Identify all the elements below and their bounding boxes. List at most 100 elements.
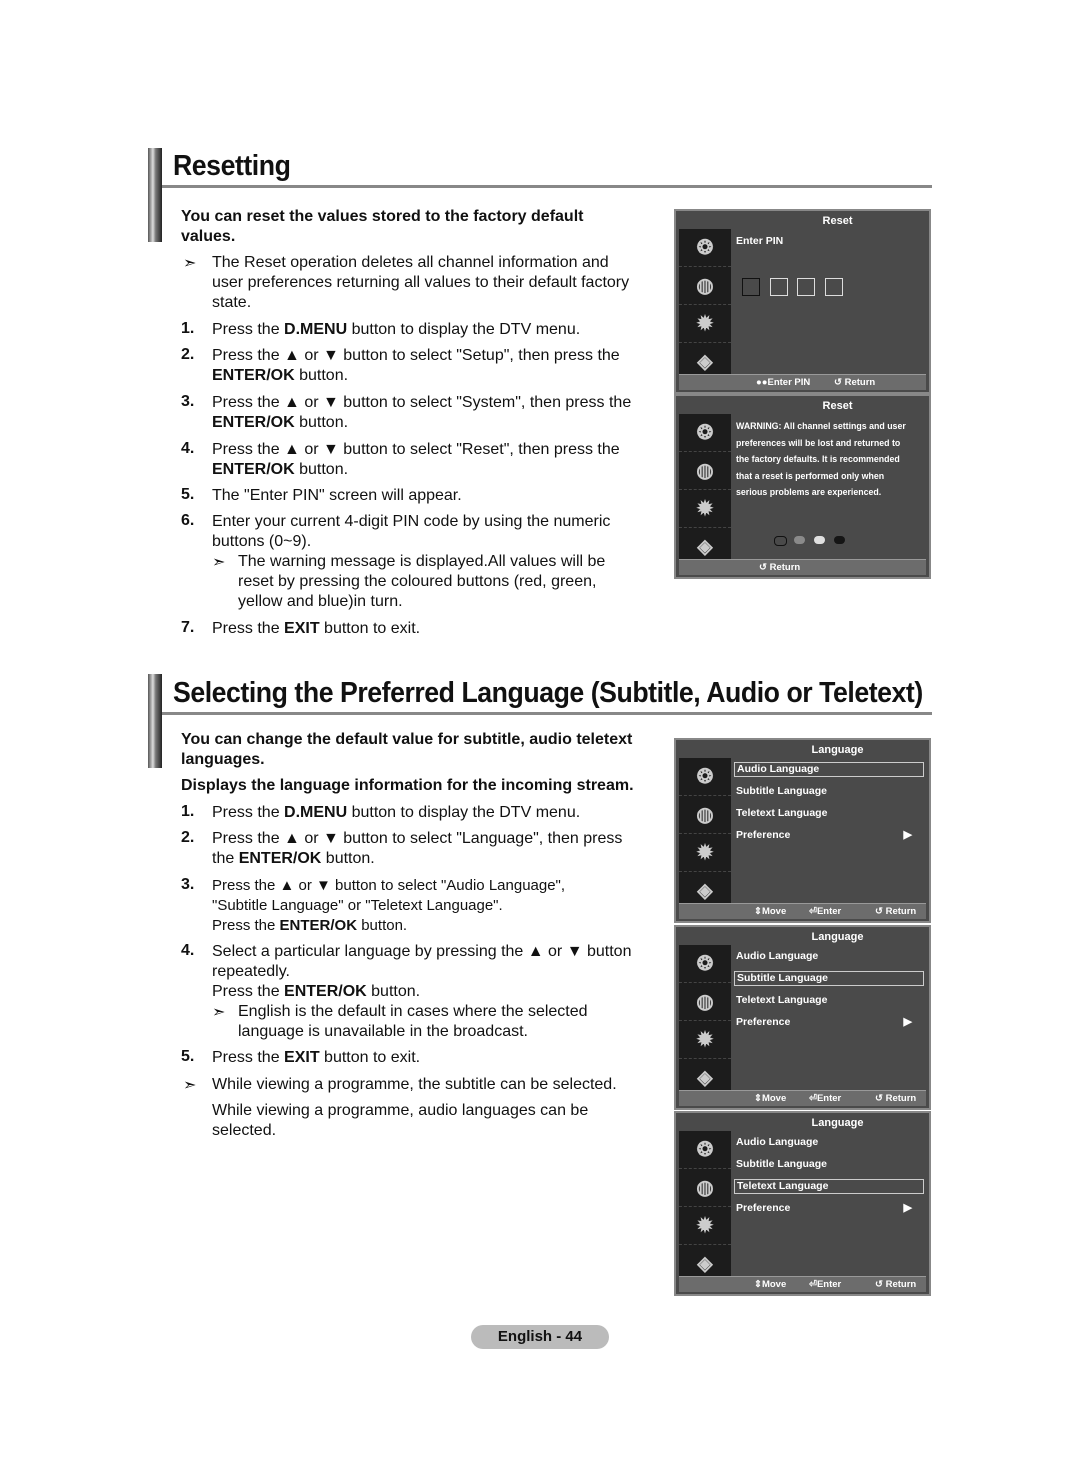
step-number: 2. bbox=[181, 829, 195, 846]
step-1-text: Press the D.MENU button to display the D… bbox=[212, 321, 581, 338]
red-button-icon bbox=[774, 536, 787, 546]
menu-item-subtitle-language[interactable]: Subtitle Language bbox=[734, 971, 924, 986]
submenu-arrow-icon: ▶ bbox=[903, 829, 912, 841]
pin-digit-4[interactable] bbox=[825, 278, 843, 296]
menu-item-preference[interactable]: Preference ▶ bbox=[734, 1015, 926, 1030]
note-subtitle: While viewing a programme, the subtitle … bbox=[212, 1076, 617, 1093]
submenu-arrow-icon: ▶ bbox=[903, 1016, 912, 1028]
section-marker bbox=[148, 148, 162, 242]
step-6-text: Enter your current 4-digit PIN code by u… bbox=[212, 513, 611, 550]
section-intro-2: Displays the language information for th… bbox=[181, 777, 634, 794]
step-3-line: "Subtitle Language" or "Teletext Languag… bbox=[212, 897, 503, 914]
pin-digit-1[interactable] bbox=[742, 278, 760, 296]
note-arrow-icon: ➣ bbox=[212, 554, 226, 571]
step-number: 3. bbox=[181, 876, 195, 893]
menu-item-audio-language[interactable]: Audio Language bbox=[734, 1135, 926, 1150]
osd-footer: ●●Enter PIN ↺ Return bbox=[679, 374, 926, 390]
step-2-text: Press the ▲ or ▼ button to select "Langu… bbox=[212, 830, 623, 867]
step-5-text: Press the EXIT button to exit. bbox=[212, 1049, 421, 1066]
osd-title: Reset bbox=[822, 215, 853, 227]
footer-enter-pin: ●●Enter PIN bbox=[756, 377, 811, 388]
gear-icon: ✹ bbox=[679, 490, 731, 528]
gear-icon: ✹ bbox=[679, 1207, 731, 1245]
step-number: 5. bbox=[181, 1048, 195, 1065]
submenu-arrow-icon: ▶ bbox=[903, 1202, 912, 1214]
disc-icon: ◍ bbox=[679, 1169, 731, 1207]
pin-digit-3[interactable] bbox=[797, 278, 815, 296]
osd-side-menu: ❂ ◍ ✹ ◈ bbox=[679, 229, 731, 381]
gear-icon: ✹ bbox=[679, 1021, 731, 1059]
section-title-language: Selecting the Preferred Language (Subtit… bbox=[173, 677, 923, 709]
footer-return: ↺ Return bbox=[875, 1279, 917, 1290]
footer-return: ↺ Return bbox=[834, 377, 876, 388]
step-4-text: Select a particular language by pressing… bbox=[212, 942, 644, 1002]
step-4-text: Press the ▲ or ▼ button to select "Reset… bbox=[212, 441, 620, 478]
antenna-icon: ❂ bbox=[679, 229, 731, 267]
step-number: 5. bbox=[181, 486, 195, 503]
blue-button-icon bbox=[834, 536, 845, 544]
step-number: 1. bbox=[181, 320, 195, 337]
osd-title: Reset bbox=[822, 400, 853, 412]
footer-move: ⇕Move bbox=[754, 906, 787, 917]
reset-note: The Reset operation deletes all channel … bbox=[212, 254, 630, 311]
section-rule bbox=[162, 185, 932, 188]
antenna-icon: ❂ bbox=[679, 414, 731, 452]
yellow-button-icon bbox=[814, 536, 825, 544]
menu-item-teletext-language[interactable]: Teletext Language bbox=[734, 1179, 924, 1194]
pin-digit-2[interactable] bbox=[770, 278, 788, 296]
step-1-text: Press the D.MENU button to display the D… bbox=[212, 804, 581, 821]
menu-item-audio-language[interactable]: Audio Language bbox=[734, 762, 924, 777]
step-3-text: Press the ▲ or ▼ button to select "Audio… bbox=[212, 876, 642, 936]
gear-icon: ✹ bbox=[679, 834, 731, 872]
step-number: 2. bbox=[181, 346, 195, 363]
osd-title: Language bbox=[811, 744, 864, 756]
menu-item-subtitle-language[interactable]: Subtitle Language bbox=[734, 784, 926, 799]
disc-icon: ◍ bbox=[679, 983, 731, 1021]
green-button-icon bbox=[794, 536, 805, 544]
menu-item-preference[interactable]: Preference ▶ bbox=[734, 1201, 926, 1216]
osd-language-menu: Language ❂ ◍ ✹ ◈ Audio Language Subtitle Langu… bbox=[674, 1111, 931, 1296]
note-arrow-icon: ➣ bbox=[183, 1077, 197, 1094]
note-audio: While viewing a programme, audio languag… bbox=[212, 1102, 589, 1139]
osd-language-menu: Language ❂ ◍ ✹ ◈ Audio Language Subtitle Langu… bbox=[674, 738, 931, 923]
menu-item-subtitle-language[interactable]: Subtitle Language bbox=[734, 1157, 926, 1172]
step-3-line: Press the ENTER/OK button. bbox=[212, 917, 408, 934]
step-number: 3. bbox=[181, 393, 195, 410]
step-4-line: Select a particular language by pressing… bbox=[212, 943, 632, 980]
menu-item-teletext-language[interactable]: Teletext Language bbox=[734, 993, 926, 1008]
osd-reset-warning: Reset ❂ ◍ ✹ ◈ WARNING: All channel setti… bbox=[674, 394, 931, 579]
gear-icon: ✹ bbox=[679, 305, 731, 343]
osd-side-menu: ❂ ◍ ✹ ◈ bbox=[679, 1131, 731, 1283]
page-number-badge: English - 44 bbox=[471, 1325, 609, 1349]
step-4-note: English is the default in cases where th… bbox=[238, 1003, 588, 1040]
footer-return: ↺ Return bbox=[875, 1093, 917, 1104]
step-number: 6. bbox=[181, 512, 195, 529]
step-number: 4. bbox=[181, 440, 195, 457]
osd-title: Language bbox=[811, 1117, 864, 1129]
menu-item-preference[interactable]: Preference ▶ bbox=[734, 828, 926, 843]
antenna-icon: ❂ bbox=[679, 945, 731, 983]
antenna-icon: ❂ bbox=[679, 1131, 731, 1169]
footer-enter: ⏎Enter bbox=[809, 906, 842, 917]
disc-icon: ◍ bbox=[679, 267, 731, 305]
osd-footer: ⇕Move ⏎Enter ↺ Return bbox=[679, 1276, 926, 1292]
step-number: 7. bbox=[181, 619, 195, 636]
warning-line: serious problems are experienced. bbox=[736, 487, 882, 497]
menu-item-teletext-language[interactable]: Teletext Language bbox=[734, 806, 926, 821]
note-arrow-icon: ➣ bbox=[183, 255, 197, 272]
warning-line: preferences will be lost and returned to bbox=[736, 437, 901, 448]
menu-item-audio-language[interactable]: Audio Language bbox=[734, 949, 926, 964]
step-number: 1. bbox=[181, 803, 195, 820]
osd-side-menu: ❂ ◍ ✹ ◈ bbox=[679, 758, 731, 910]
osd-side-menu: ❂ ◍ ✹ ◈ bbox=[679, 945, 731, 1097]
osd-reset-enter-pin: Reset ❂ ◍ ✹ ◈ Enter PIN ●●Enter PIN ↺ Re… bbox=[674, 209, 931, 394]
osd-title: Language bbox=[811, 931, 864, 943]
step-4-line: Press the ENTER/OK button. bbox=[212, 983, 421, 1000]
step-2-text: Press the ▲ or ▼ button to select "Setup… bbox=[212, 347, 620, 384]
footer-move: ⇕Move bbox=[754, 1093, 787, 1104]
section-title-resetting: Resetting bbox=[173, 150, 291, 182]
footer-enter: ⏎Enter bbox=[809, 1279, 842, 1290]
step-3-line: Press the ▲ or ▼ button to select "Audio… bbox=[212, 877, 566, 894]
section-marker bbox=[148, 674, 162, 768]
step-7-text: Press the EXIT button to exit. bbox=[212, 620, 421, 637]
